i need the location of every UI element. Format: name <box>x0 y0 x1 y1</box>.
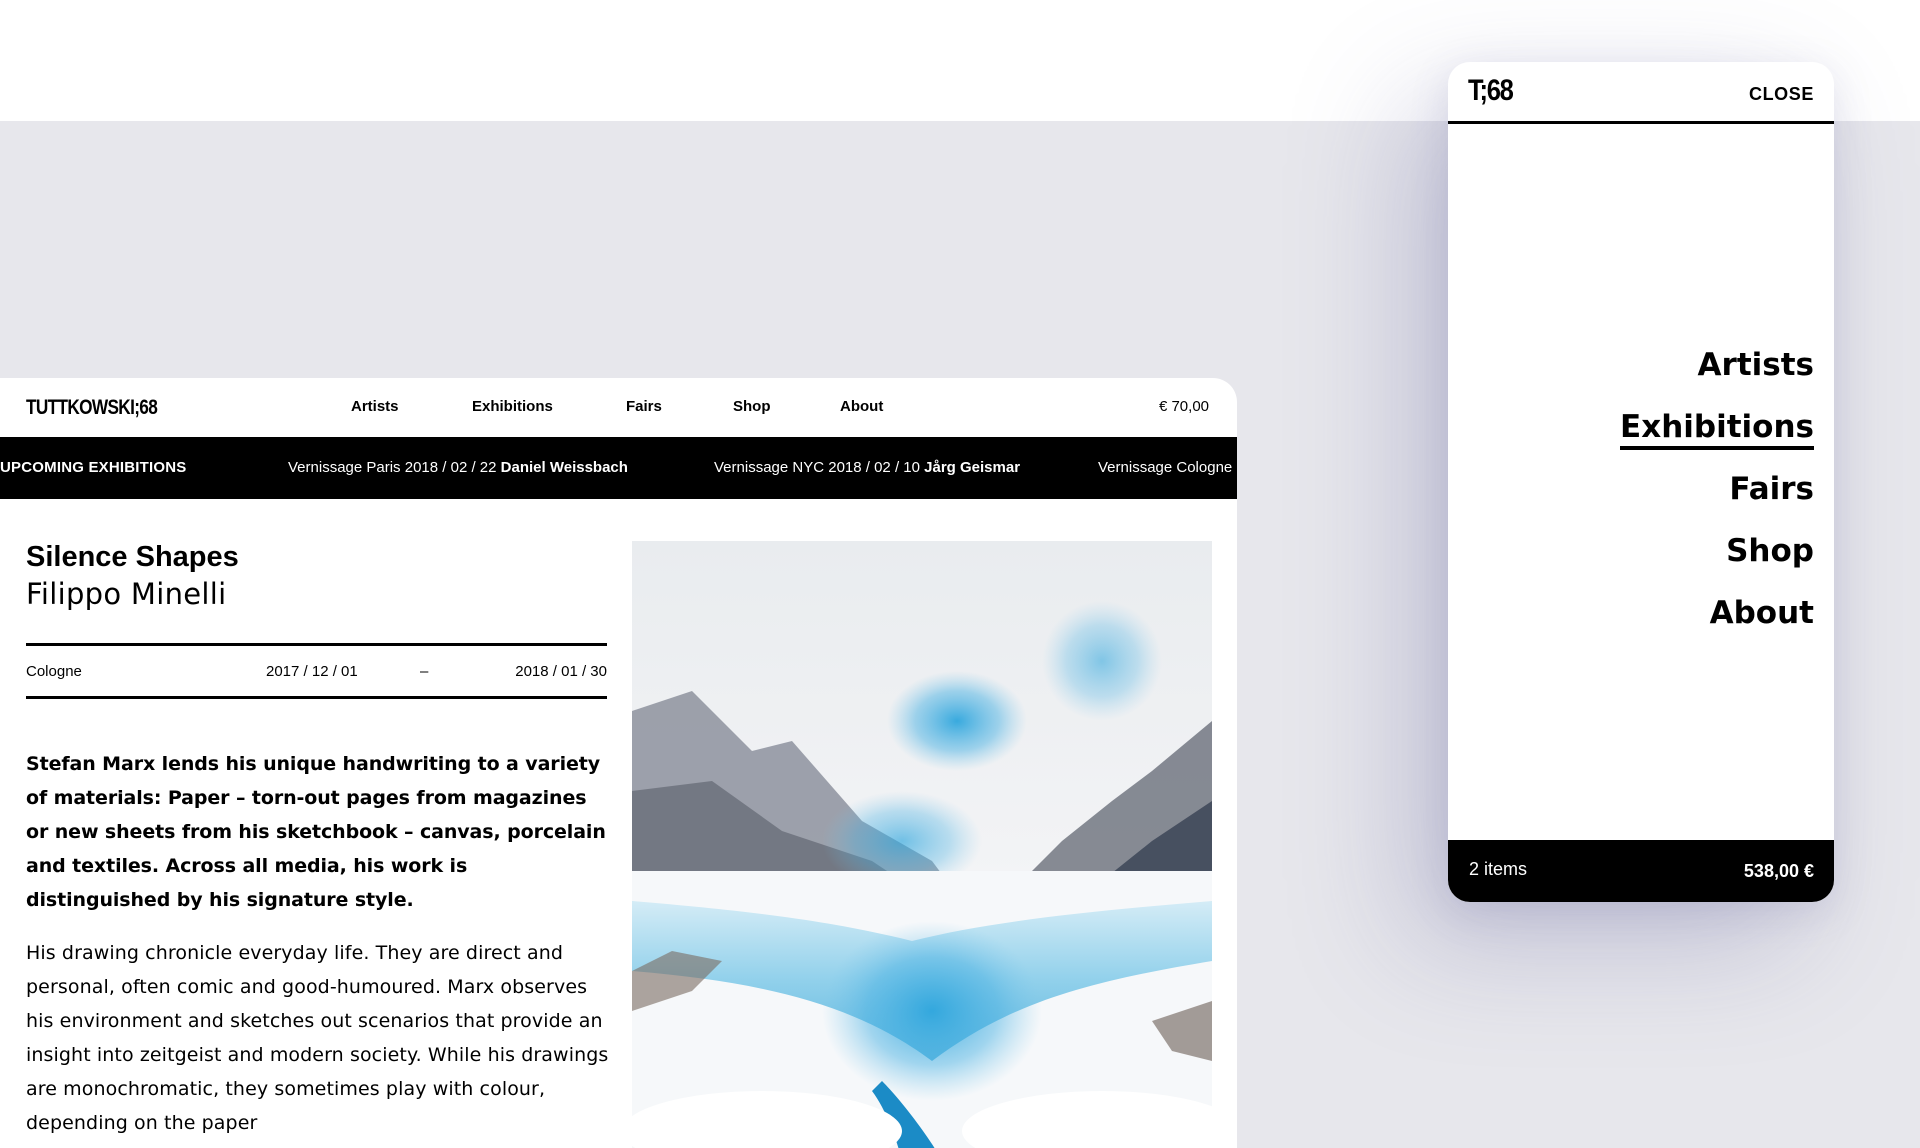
ticker-item[interactable]: Vernissage Paris 2018 / 02 / 22 Daniel W… <box>288 459 628 476</box>
exhibitions-ticker: UPCOMING EXHIBITIONS Vernissage Paris 20… <box>0 437 1237 499</box>
nav-item-about[interactable]: About <box>840 398 883 415</box>
cart-total[interactable]: € 70,00 <box>1159 398 1209 415</box>
ticker-label: UPCOMING EXHIBITIONS <box>0 459 187 476</box>
date-separator: – <box>420 663 429 680</box>
mobile-menu-item-shop[interactable]: Shop <box>1620 520 1814 582</box>
ticker-item[interactable]: Vernissage NYC 2018 / 02 / 10 Jårg Geism… <box>714 459 1020 476</box>
mobile-menu-item-exhibitions[interactable]: Exhibitions <box>1620 396 1814 458</box>
cart-item-count: 2 items <box>1469 859 1528 879</box>
exhibition-title: Silence Shapes <box>26 541 239 573</box>
nav-item-shop[interactable]: Shop <box>733 398 771 415</box>
nav-item-exhibitions[interactable]: Exhibitions <box>472 398 553 415</box>
exhibition-end-date: 2018 / 01 / 30 <box>515 663 607 680</box>
nav-item-fairs[interactable]: Fairs <box>626 398 662 415</box>
exhibition-artist[interactable]: Filippo Minelli <box>26 577 227 611</box>
ticker-item[interactable]: Vernissage Cologne <box>1098 459 1232 476</box>
mobile-header: T;68 CLOSE <box>1448 62 1834 124</box>
exhibition-start-date: 2017 / 12 / 01 <box>266 663 358 680</box>
mobile-logo[interactable]: T;68 <box>1468 74 1514 108</box>
close-button[interactable]: CLOSE <box>1749 84 1814 105</box>
desktop-site-card: TUTTKOWSKI;68 Artists Exhibitions Fairs … <box>0 378 1237 1148</box>
exhibition-location: Cologne <box>26 663 82 680</box>
exhibition-lead-paragraph: Stefan Marx lends his unique handwriting… <box>26 753 606 911</box>
exhibition-body-paragraph: His drawing chronicle everyday life. The… <box>26 942 609 1134</box>
mountain-lake-image <box>632 541 1212 1148</box>
mobile-menu-item-fairs[interactable]: Fairs <box>1620 458 1814 520</box>
cart-total-price: 538,00 € <box>1743 861 1814 881</box>
exhibition-meta: Cologne 2017 / 12 / 01 – 2018 / 01 / 30 <box>26 643 607 699</box>
nav-item-artists[interactable]: Artists <box>351 398 399 415</box>
mobile-menu-item-artists[interactable]: Artists <box>1620 334 1814 396</box>
exhibition-image <box>632 541 1212 1148</box>
mobile-menu-item-about[interactable]: About <box>1620 582 1814 644</box>
mobile-cart-bar[interactable]: 2 items 538,00 € <box>1448 840 1834 902</box>
mobile-nav-menu: Artists Exhibitions Fairs Shop About <box>1620 334 1814 644</box>
desktop-navbar: TUTTKOWSKI;68 Artists Exhibitions Fairs … <box>0 378 1237 437</box>
mobile-menu-card: T;68 CLOSE Artists Exhibitions Fairs Sho… <box>1448 62 1834 902</box>
desktop-menu: Artists Exhibitions Fairs Shop About <box>0 398 1237 418</box>
